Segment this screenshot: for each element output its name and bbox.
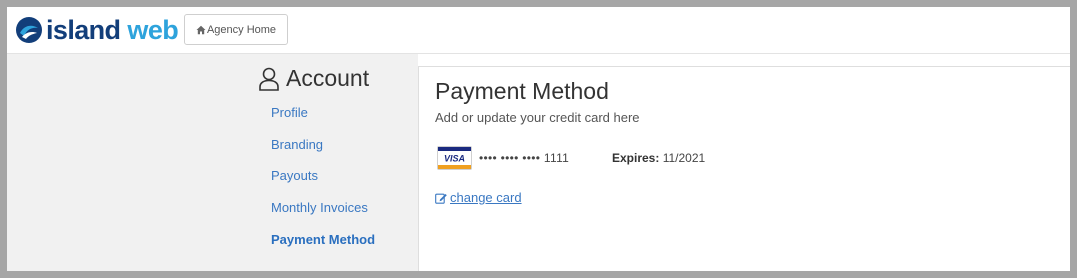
user-icon (259, 67, 279, 91)
agency-home-button[interactable]: Agency Home (184, 14, 288, 45)
home-icon (196, 25, 206, 34)
sidebar-item-branding[interactable]: Branding (271, 137, 323, 152)
top-header: island web Agency Home (7, 7, 1070, 54)
agency-home-label: Agency Home (206, 23, 277, 36)
page-subtitle: Add or update your credit card here (435, 110, 640, 125)
account-heading: Account (258, 65, 369, 92)
visa-card-icon: VISA (437, 146, 472, 170)
app-frame: island web Agency Home Account Profile B… (7, 7, 1070, 271)
card-expiry: Expires: 11/2021 (612, 151, 705, 165)
edit-icon (435, 193, 447, 204)
sidebar-item-payment-method[interactable]: Payment Method (271, 232, 375, 247)
island-web-logo-icon (16, 17, 42, 43)
sidebar-item-monthly-invoices[interactable]: Monthly Invoices (271, 200, 368, 215)
payment-method-panel: Payment Method Add or update your credit… (418, 66, 1070, 271)
expires-value: 11/2021 (662, 151, 706, 165)
logo-text-island: island (46, 14, 121, 45)
island-web-logo[interactable]: island web (15, 14, 179, 45)
expires-label: Expires: (612, 151, 660, 165)
visa-brand-text: VISA (444, 154, 465, 164)
change-card-label: change card (450, 190, 522, 205)
page-title: Payment Method (435, 78, 609, 104)
sidebar-item-payouts[interactable]: Payouts (271, 168, 318, 183)
change-card-link[interactable]: change card (435, 190, 522, 205)
logo-text-web: web (127, 14, 179, 45)
masked-card-number: •••• •••• •••• 1111 (479, 151, 570, 165)
sidebar-item-profile[interactable]: Profile (271, 105, 308, 120)
account-title-text: Account (286, 65, 370, 91)
